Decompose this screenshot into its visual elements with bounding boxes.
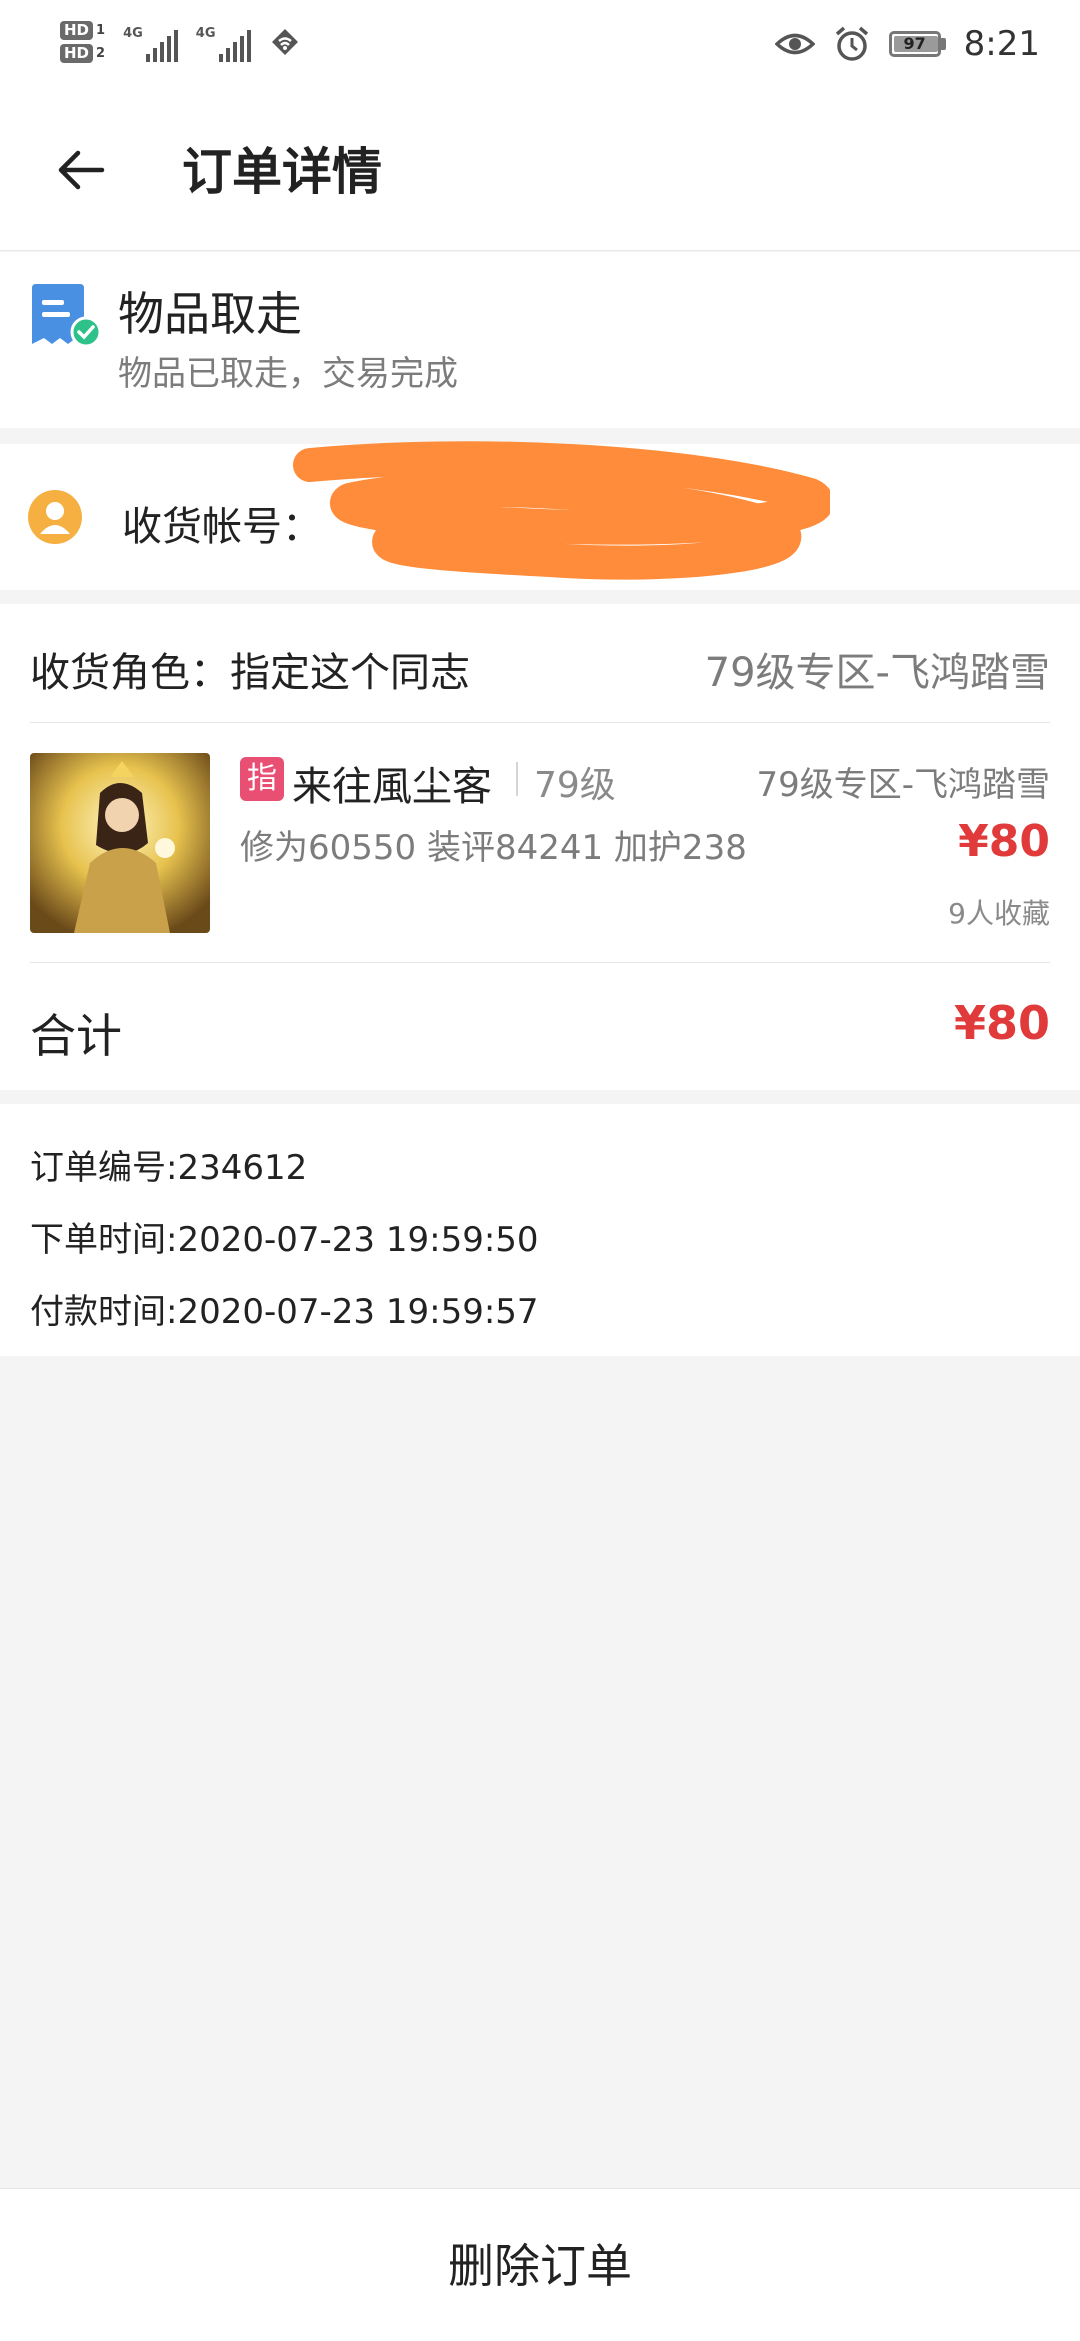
receipt-check-icon (32, 284, 102, 348)
avatar-icon (28, 490, 82, 544)
alarm-icon (835, 26, 868, 61)
order-number: 订单编号:234612 (30, 1148, 308, 1188)
hd-indicators: HD 1 HD 2 (60, 21, 105, 63)
page-title: 订单详情 (182, 143, 382, 201)
eye-icon (774, 33, 815, 55)
delete-order-button[interactable]: 删除订单 (0, 2230, 1080, 2296)
redaction-scribble (293, 441, 830, 580)
total-label: 合计 (30, 1009, 122, 1063)
item-price: ¥80 (958, 816, 1050, 867)
hd-1-icon: HD 1 (60, 21, 105, 40)
wifi-icon (271, 29, 298, 55)
item-zone: 79级专区-飞鸿踏雪 (756, 765, 1050, 805)
battery-icon: 97 (888, 31, 946, 57)
divider (30, 962, 1050, 963)
item-favorites-count: 9人收藏 (948, 897, 1050, 930)
signal-2-icon: 4G (196, 22, 251, 62)
status-left: HD 1 HD 2 4G 4G (60, 12, 301, 72)
item-level: 79级 (534, 765, 616, 806)
separator (516, 762, 518, 796)
signal-1-icon: 4G (123, 22, 178, 62)
payment-time: 付款时间:2020-07-23 19:59:57 (30, 1292, 539, 1332)
item-stats: 修为60550 装评84241 加护238 (240, 828, 747, 868)
header-bar (0, 90, 1080, 251)
item-name[interactable]: 来往風尘客 (292, 754, 492, 812)
divider (30, 722, 1050, 723)
receiver-role-zone: 79级专区-飞鸿踏雪 (704, 650, 1050, 696)
receiver-role-label: 收货角色：指定这个同志 (30, 650, 470, 696)
hd-2-icon: HD 2 (60, 44, 105, 63)
clock: 8:21 (963, 24, 1040, 64)
order-time: 下单时间:2020-07-23 19:59:50 (30, 1220, 539, 1260)
status-right: 97 8:21 (774, 16, 1040, 72)
back-arrow-icon[interactable] (52, 140, 112, 200)
designated-badge: 指 (240, 757, 284, 801)
order-status-subtitle: 物品已取走，交易完成 (118, 354, 458, 394)
order-status-title: 物品取走 (118, 287, 302, 341)
item-thumbnail[interactable] (30, 753, 210, 933)
total-price: ¥80 (953, 996, 1050, 1050)
